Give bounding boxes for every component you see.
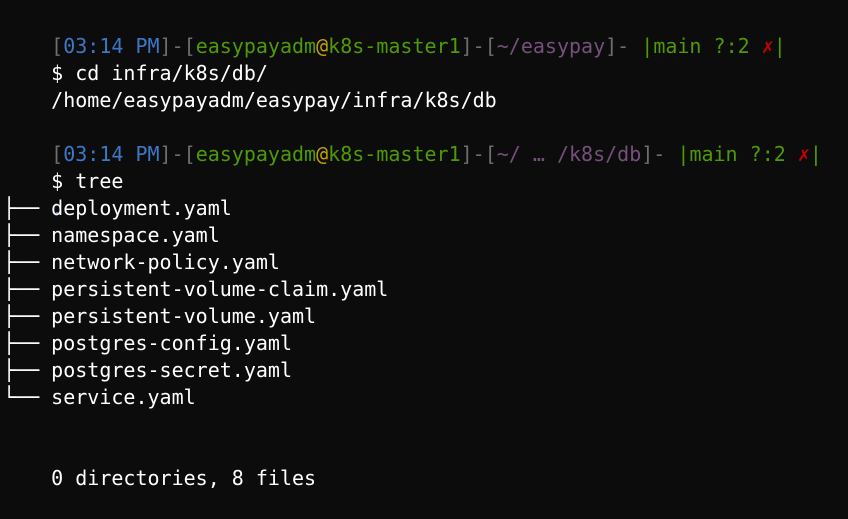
tree-branch-glyph: └── <box>3 385 52 409</box>
separator: - <box>171 142 184 166</box>
tree-item: ├── namespace.yaml <box>3 222 848 249</box>
tree-branch-glyph: ├── <box>3 196 52 220</box>
prompt-at: @ <box>316 142 329 166</box>
tree-item: ├── deployment.yaml <box>3 195 848 222</box>
git-dirty-icon: ✗ <box>797 142 810 166</box>
separator: - <box>617 34 642 58</box>
tree-summary: 0 directories, 8 files <box>51 466 317 490</box>
prompt-time: 03:14 PM <box>63 142 160 166</box>
git-dirty-icon: ✗ <box>761 34 774 58</box>
tree-root-line: . <box>3 168 848 220</box>
tree-file-name: network-policy.yaml <box>51 250 280 274</box>
command-text: cd infra/k8s/db/ <box>75 61 268 85</box>
tree-file-name: persistent-volume-claim.yaml <box>51 277 389 301</box>
prompt-path: ~/easypay <box>496 34 606 58</box>
tree-item: └── service.yaml <box>3 384 848 411</box>
prompt-user: easypayadm <box>195 34 317 58</box>
tree-file-name: postgres-secret.yaml <box>51 358 292 382</box>
prompt-host: k8s-master1 <box>328 34 461 58</box>
prompt-at: @ <box>316 34 329 58</box>
bracket-open: [ <box>183 34 196 58</box>
bracket-close: ] <box>460 142 473 166</box>
tree-item: ├── persistent-volume-claim.yaml <box>3 276 848 303</box>
bracket-close: ] <box>605 34 618 58</box>
git-bar: | <box>641 34 654 58</box>
tree-summary-line: 0 directories, 8 files <box>3 438 848 490</box>
bracket-open: [ <box>51 142 64 166</box>
prompt-symbol: $ <box>51 61 64 85</box>
git-status: ?:2 <box>713 34 750 58</box>
tree-branch-glyph: ├── <box>3 331 52 355</box>
git-bar: | <box>773 34 786 58</box>
bracket-close: ] <box>641 142 654 166</box>
prompt-user: easypayadm <box>195 142 317 166</box>
separator: - <box>653 142 678 166</box>
tree-branch-glyph: ├── <box>3 304 52 328</box>
tree-item: ├── postgres-config.yaml <box>3 330 848 357</box>
tree-file-name: postgres-config.yaml <box>51 331 292 355</box>
tree-file-name: service.yaml <box>51 385 196 409</box>
git-bar: | <box>677 142 690 166</box>
tree-branch-glyph: ├── <box>3 358 52 382</box>
command-text: tree <box>75 169 124 193</box>
prompt-line: [03:14 PM]-[easypayadm@k8s-master1]-[~/ … <box>3 114 848 166</box>
separator: - <box>472 142 485 166</box>
tree-item: ├── network-policy.yaml <box>3 249 848 276</box>
tree-branch-glyph: ├── <box>3 223 52 247</box>
prompt-symbol: $ <box>51 169 64 193</box>
tree-file-name: namespace.yaml <box>51 223 220 247</box>
bracket-open: [ <box>183 142 196 166</box>
tree-file-name: deployment.yaml <box>51 196 232 220</box>
bracket-open: [ <box>484 34 497 58</box>
bracket-open: [ <box>484 142 497 166</box>
bracket-close: ] <box>159 34 172 58</box>
git-status: ?:2 <box>749 142 786 166</box>
terminal-window[interactable]: [03:14 PM]-[easypayadm@k8s-master1]-[~/e… <box>0 0 848 490</box>
tree-branch-glyph: ├── <box>3 250 52 274</box>
git-branch: main <box>689 142 738 166</box>
bracket-close: ] <box>460 34 473 58</box>
tree-item: ├── persistent-volume.yaml <box>3 303 848 330</box>
tree-branch-glyph: ├── <box>3 277 52 301</box>
git-bar: | <box>809 142 822 166</box>
separator: - <box>472 34 485 58</box>
bracket-open: [ <box>51 34 64 58</box>
tree-item: ├── postgres-secret.yaml <box>3 357 848 384</box>
tree-file-name: persistent-volume.yaml <box>51 304 317 328</box>
prompt-path: ~/ … /k8s/db <box>496 142 642 166</box>
separator: - <box>171 34 184 58</box>
prompt-line: [03:14 PM]-[easypayadm@k8s-master1]-[~/e… <box>3 6 848 58</box>
prompt-host: k8s-master1 <box>328 142 461 166</box>
pwd-output: /home/easypayadm/easypay/infra/k8s/db <box>51 88 497 112</box>
git-branch: main <box>653 34 702 58</box>
prompt-time: 03:14 PM <box>63 34 160 58</box>
bracket-close: ] <box>159 142 172 166</box>
